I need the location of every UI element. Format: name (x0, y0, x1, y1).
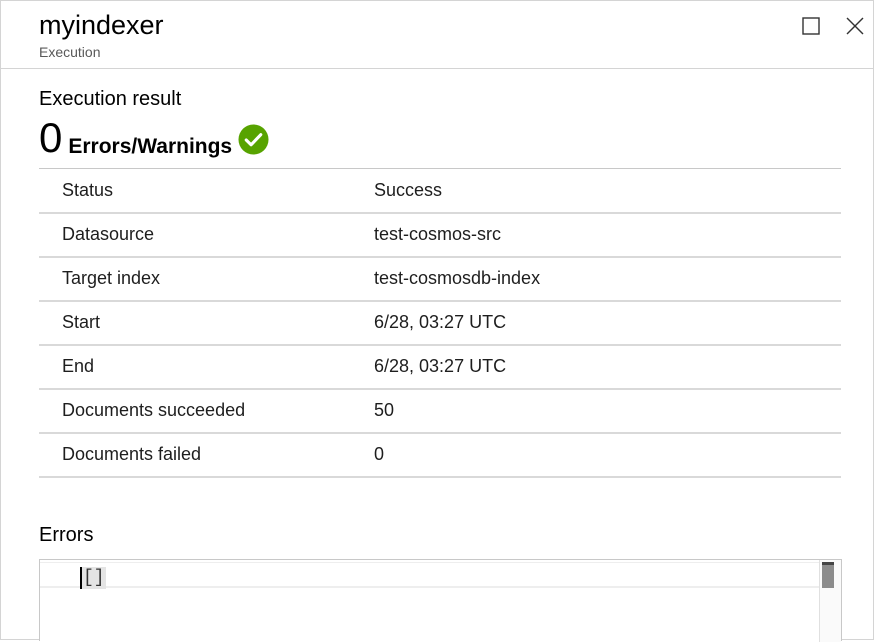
editor-scroll-thumb[interactable] (822, 562, 834, 588)
detail-key: Datasource (39, 212, 374, 258)
detail-row: Documents failed 0 (39, 432, 841, 478)
detail-value: test-cosmosdb-index (374, 256, 841, 302)
detail-key: Target index (39, 256, 374, 302)
detail-key: Documents failed (39, 432, 374, 478)
close-icon (846, 17, 864, 35)
detail-value: Success (374, 168, 841, 214)
detail-row: Start 6/28, 03:27 UTC (39, 300, 841, 346)
detail-value: test-cosmos-src (374, 212, 841, 258)
detail-row: Datasource test-cosmos-src (39, 212, 841, 258)
errors-warnings-summary: 0 Errors/Warnings (39, 115, 269, 161)
indexer-execution-panel: myindexer Execution Execution result 0 E… (0, 0, 874, 642)
check-circle-icon (238, 124, 269, 155)
detail-row: Documents succeeded 50 (39, 388, 841, 434)
editor-line: [] (40, 562, 820, 589)
detail-key: Documents succeeded (39, 388, 374, 434)
detail-row: Target index test-cosmosdb-index (39, 256, 841, 302)
detail-key: Start (39, 300, 374, 346)
detail-value: 0 (374, 432, 841, 478)
editor-scrollbar[interactable] (819, 560, 841, 642)
errors-heading: Errors (39, 524, 94, 546)
errors-warnings-label: Errors/Warnings (68, 135, 233, 158)
detail-row: End 6/28, 03:27 UTC (39, 344, 841, 390)
execution-details-table: Status Success Datasource test-cosmos-src Ta… (39, 168, 841, 478)
errors-json-editor[interactable]: [] (39, 559, 842, 642)
execution-result-heading: Execution result (39, 88, 182, 110)
detail-value: 6/28, 03:27 UTC (374, 300, 841, 346)
panel-header: myindexer Execution (1, 1, 873, 69)
errors-warnings-count: 0 (39, 114, 63, 161)
panel-subtitle: Execution (39, 44, 101, 60)
detail-value: 50 (374, 388, 841, 434)
detail-row: Status Success (39, 168, 841, 214)
panel-title: myindexer (39, 10, 164, 40)
close-button[interactable] (842, 13, 868, 39)
detail-key: Status (39, 168, 374, 214)
maximize-icon (802, 17, 820, 35)
detail-key: End (39, 344, 374, 390)
errors-json-content[interactable]: [] (80, 567, 106, 589)
detail-value: 6/28, 03:27 UTC (374, 344, 841, 390)
maximize-button[interactable] (798, 13, 824, 39)
